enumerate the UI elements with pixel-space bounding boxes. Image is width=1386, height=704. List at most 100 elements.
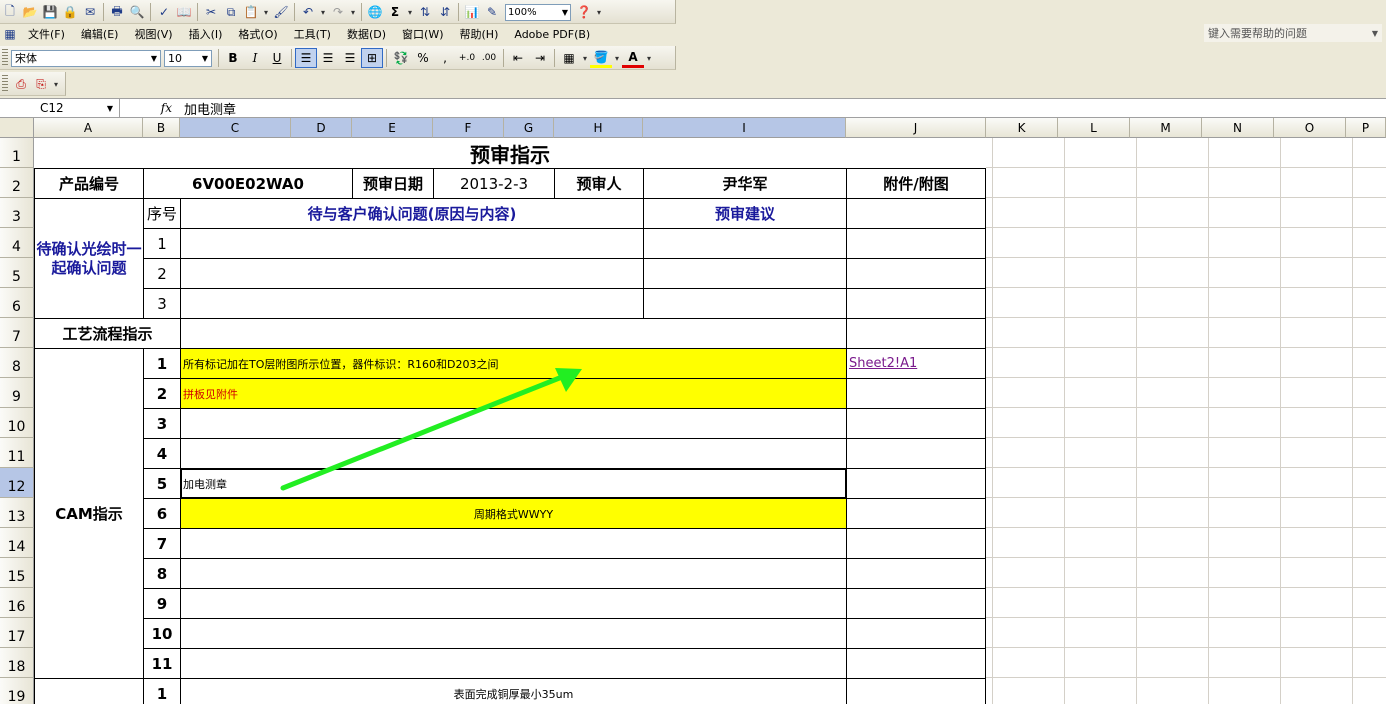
- menu-adobe-pdf[interactable]: Adobe PDF(B): [506, 28, 598, 41]
- menu-insert[interactable]: 插入(I): [181, 26, 231, 42]
- confirm-row-num[interactable]: 3: [143, 288, 181, 319]
- confirm-issue-cell[interactable]: [180, 228, 644, 259]
- reviewer-label[interactable]: 预审人: [554, 168, 644, 199]
- function-icon[interactable]: fx: [120, 101, 180, 115]
- attachment-cell[interactable]: [846, 588, 986, 619]
- cam-row-text[interactable]: [180, 438, 847, 469]
- attachment-cell[interactable]: [846, 498, 986, 529]
- toolbar-options-icon[interactable]: ▾: [51, 74, 61, 94]
- confirm-advice-cell[interactable]: [643, 228, 847, 259]
- column-header-b[interactable]: B: [143, 118, 180, 138]
- column-header-m[interactable]: M: [1130, 118, 1202, 138]
- cam-label[interactable]: CAM指示: [34, 348, 144, 679]
- reviewer-value[interactable]: 尹华军: [643, 168, 847, 199]
- underline-icon[interactable]: U: [266, 48, 288, 68]
- spelling-icon[interactable]: ✓: [154, 2, 174, 22]
- row-header-16[interactable]: 16: [0, 588, 34, 618]
- issue-header[interactable]: 待与客户确认问题(原因与内容): [180, 198, 644, 229]
- date-label[interactable]: 预审日期: [352, 168, 434, 199]
- decrease-indent-icon[interactable]: ⇤: [507, 48, 529, 68]
- copy-icon[interactable]: ⧉: [221, 2, 241, 22]
- sort-ascending-icon[interactable]: ⇅: [415, 2, 435, 22]
- confirm-issue-cell[interactable]: [180, 288, 644, 319]
- save-icon[interactable]: 💾: [40, 2, 60, 22]
- row-header-7[interactable]: 7: [0, 318, 34, 348]
- email-icon[interactable]: ✉: [80, 2, 100, 22]
- font-size-select[interactable]: 10 ▼: [164, 49, 212, 67]
- row-header-6[interactable]: 6: [0, 288, 34, 318]
- permission-icon[interactable]: 🔒: [60, 2, 80, 22]
- process-value[interactable]: [180, 318, 847, 349]
- row-header-17[interactable]: 17: [0, 618, 34, 648]
- row-header-18[interactable]: 18: [0, 648, 34, 678]
- menu-format[interactable]: 格式(O): [230, 26, 285, 42]
- row-header-14[interactable]: 14: [0, 528, 34, 558]
- font-color-dropdown-icon[interactable]: ▾: [644, 48, 654, 68]
- attachment-cell[interactable]: [846, 648, 986, 679]
- help-icon[interactable]: ❓: [574, 2, 594, 22]
- cam-row-num[interactable]: 2: [143, 378, 181, 409]
- toolbar-options-icon[interactable]: ▾: [594, 2, 604, 22]
- font-name-select[interactable]: 宋体 ▼: [11, 49, 161, 67]
- cut-icon[interactable]: ✂: [201, 2, 221, 22]
- product-value[interactable]: 6V00E02WA0: [143, 168, 353, 199]
- row-header-5[interactable]: 5: [0, 258, 34, 288]
- attachment-cell[interactable]: [846, 528, 986, 559]
- column-header-l[interactable]: L: [1058, 118, 1130, 138]
- row-header-1[interactable]: 1: [0, 138, 34, 168]
- column-header-e[interactable]: E: [352, 118, 433, 138]
- autosum-dropdown-icon[interactable]: ▾: [405, 2, 415, 22]
- cam-row-text[interactable]: [180, 408, 847, 439]
- cam-row-num[interactable]: 5: [143, 468, 181, 499]
- confirm-row-num[interactable]: 2: [143, 258, 181, 289]
- font-color-icon[interactable]: A: [622, 48, 644, 68]
- increase-indent-icon[interactable]: ⇥: [529, 48, 551, 68]
- row-header-19[interactable]: 19: [0, 678, 34, 704]
- cam-row-text[interactable]: [180, 528, 847, 559]
- row-header-15[interactable]: 15: [0, 558, 34, 588]
- process-label[interactable]: 工艺流程指示: [34, 318, 181, 349]
- attachment-cell[interactable]: [846, 618, 986, 649]
- next-row-num[interactable]: 1: [143, 678, 181, 704]
- align-center-icon[interactable]: ☰: [317, 48, 339, 68]
- row-header-8[interactable]: 8: [0, 348, 34, 378]
- confirm-row-num[interactable]: 1: [143, 228, 181, 259]
- row-header-12[interactable]: 12: [0, 468, 34, 498]
- comma-style-icon[interactable]: ,: [434, 48, 456, 68]
- autosum-icon[interactable]: Σ: [385, 2, 405, 22]
- next-section-label[interactable]: [34, 678, 144, 704]
- row-header-9[interactable]: 9: [0, 378, 34, 408]
- attachment-cell[interactable]: [846, 258, 986, 289]
- column-header-p[interactable]: P: [1346, 118, 1386, 138]
- select-all-corner[interactable]: [0, 118, 34, 138]
- attachment-label[interactable]: 附件/附图: [846, 168, 986, 199]
- column-header-f[interactable]: F: [433, 118, 504, 138]
- row-header-3[interactable]: 3: [0, 198, 34, 228]
- cam-row-num[interactable]: 9: [143, 588, 181, 619]
- cam-row-text[interactable]: 拼板见附件: [180, 378, 847, 409]
- cam-row-text[interactable]: 所有标记加在TO层附图所示位置，器件标识：R160和D203之间: [180, 348, 847, 379]
- row-header-10[interactable]: 10: [0, 408, 34, 438]
- menu-help[interactable]: 帮助(H): [452, 26, 507, 42]
- cam-row-num[interactable]: 1: [143, 348, 181, 379]
- undo-icon[interactable]: ↶: [298, 2, 318, 22]
- column-header-o[interactable]: O: [1274, 118, 1346, 138]
- chart-wizard-icon[interactable]: 📊: [462, 2, 482, 22]
- column-header-d[interactable]: D: [291, 118, 352, 138]
- sheet-hyperlink[interactable]: Sheet2!A1: [846, 348, 986, 379]
- column-header-c[interactable]: C: [180, 118, 291, 138]
- confirm-section-label[interactable]: 待确认光绘时一起确认问题: [34, 198, 144, 319]
- bold-icon[interactable]: B: [222, 48, 244, 68]
- attachment-cell[interactable]: [846, 318, 986, 349]
- attachment-cell[interactable]: [846, 678, 986, 704]
- attachment-cell[interactable]: [846, 288, 986, 319]
- undo-dropdown-icon[interactable]: ▾: [318, 2, 328, 22]
- column-header-g[interactable]: G: [504, 118, 554, 138]
- hyperlink-icon[interactable]: 🌐: [365, 2, 385, 22]
- toolbar-grip[interactable]: [2, 75, 8, 93]
- new-document-icon[interactable]: 🗋: [0, 2, 20, 22]
- borders-icon[interactable]: ▦: [558, 48, 580, 68]
- column-header-k[interactable]: K: [986, 118, 1058, 138]
- print-preview-icon[interactable]: 🔍: [127, 2, 147, 22]
- active-cell[interactable]: 加电测章: [180, 468, 847, 499]
